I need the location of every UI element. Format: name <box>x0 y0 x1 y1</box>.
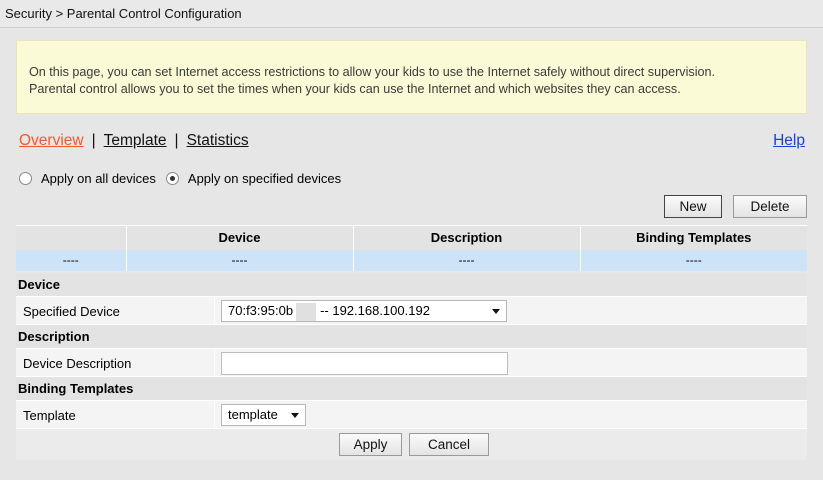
radio-all-devices-label: Apply on all devices <box>41 171 156 186</box>
row-divider <box>214 401 215 428</box>
column-header-device: Device <box>126 225 354 250</box>
chevron-down-icon <box>492 309 500 314</box>
section-header-description: Description <box>16 325 807 348</box>
table-cell: ---- <box>126 249 354 271</box>
specified-device-value-prefix: 70:f3:95:0b <box>228 303 294 318</box>
rule-edit-form: Device Specified Device 70:f3:95:0b -- 19… <box>16 273 807 460</box>
table-cell: ---- <box>353 249 581 271</box>
table-cell: ---- <box>580 249 807 271</box>
redacted-mask <box>296 302 317 321</box>
template-label: Template <box>23 408 76 423</box>
nav-separator: | <box>174 132 179 149</box>
cancel-button[interactable]: Cancel <box>409 433 489 456</box>
help-link[interactable]: Help <box>773 132 805 150</box>
row-divider <box>214 297 215 324</box>
specified-device-value-suffix: -- 192.168.100.192 <box>320 303 430 318</box>
table-header-row: Device Description Binding Templates <box>16 225 807 250</box>
device-description-label: Device Description <box>23 356 132 371</box>
main-content: On this page, you can set Internet acces… <box>0 28 823 480</box>
table-row[interactable]: ---- ---- ---- ---- <box>16 249 807 271</box>
device-rules-table: Device Description Binding Templates ---… <box>16 225 807 271</box>
new-button[interactable]: New <box>664 195 722 218</box>
row-divider <box>214 349 215 376</box>
chevron-down-icon <box>291 413 299 418</box>
notice-line-1: On this page, you can set Internet acces… <box>29 65 716 79</box>
radio-specified-devices[interactable] <box>165 172 179 185</box>
column-header-select <box>16 225 127 250</box>
nav-separator: | <box>91 132 96 149</box>
table-cell: ---- <box>16 249 127 271</box>
form-actions: Apply Cancel <box>16 429 807 460</box>
column-header-binding-templates: Binding Templates <box>580 225 807 250</box>
radio-specified-devices-label: Apply on specified devices <box>187 171 342 186</box>
breadcrumb: Security > Parental Control Configuratio… <box>0 0 823 28</box>
specified-device-select[interactable]: 70:f3:95:0b -- 192.168.100.192 <box>221 300 507 322</box>
form-row-template: Template template <box>16 400 807 429</box>
apply-button[interactable]: Apply <box>339 433 402 456</box>
delete-button[interactable]: Delete <box>733 195 807 218</box>
tab-overview[interactable]: Overview <box>19 132 84 149</box>
template-select[interactable]: template <box>221 404 306 426</box>
form-row-device-description: Device Description <box>16 348 807 377</box>
apply-scope-options: Apply on all devices Apply on specified … <box>19 171 351 186</box>
radio-all-devices[interactable] <box>19 172 32 185</box>
info-notice: On this page, you can set Internet acces… <box>16 40 807 114</box>
sub-navigation: Overview | Template | Statistics <box>19 132 249 150</box>
notice-line-2: Parental control allows you to set the t… <box>29 82 681 96</box>
form-row-specified-device: Specified Device 70:f3:95:0b -- 192.168.1… <box>16 296 807 325</box>
tab-template[interactable]: Template <box>104 132 167 149</box>
specified-device-label: Specified Device <box>23 304 120 319</box>
device-description-input[interactable] <box>221 352 508 375</box>
section-header-binding-templates: Binding Templates <box>16 377 807 400</box>
tab-statistics[interactable]: Statistics <box>187 132 249 149</box>
section-header-device: Device <box>16 273 807 296</box>
column-header-description: Description <box>353 225 581 250</box>
template-select-value: template <box>228 407 278 422</box>
